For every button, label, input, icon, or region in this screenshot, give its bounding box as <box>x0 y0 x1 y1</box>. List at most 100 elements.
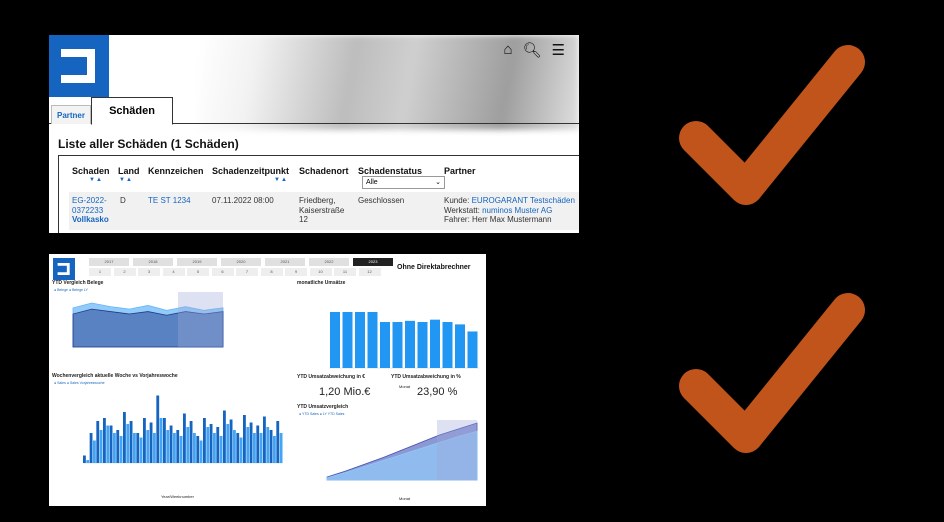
bar <box>233 430 236 463</box>
highlight-band <box>178 292 223 347</box>
column-header-land[interactable]: Land <box>118 166 140 176</box>
bar <box>99 430 103 463</box>
bar <box>243 415 246 463</box>
company-logo <box>49 35 109 97</box>
year-button[interactable]: 2023 <box>353 258 393 266</box>
sort-icon[interactable]: ▼▲ <box>119 177 133 183</box>
sort-icon[interactable]: ▼▲ <box>89 177 103 183</box>
month-button[interactable]: 8 <box>260 268 283 276</box>
month-button[interactable]: 2 <box>113 268 136 276</box>
bar <box>213 433 216 463</box>
bar <box>203 418 206 463</box>
cell-partner: Kunde: EUROGARANT Testschäden Werkstatt:… <box>444 196 575 224</box>
month-button[interactable]: 7 <box>236 268 258 276</box>
bar <box>417 322 428 368</box>
bar <box>186 427 190 463</box>
axis-label: Monat <box>399 384 411 389</box>
month-button[interactable]: 1 <box>89 268 111 276</box>
month-button[interactable]: 5 <box>187 268 209 276</box>
bar <box>143 418 146 463</box>
claims-list-panel: ⌂ 🔍︎ ☰ Partner Schäden Liste aller Schäd… <box>49 35 579 233</box>
bar <box>380 322 390 368</box>
column-header-kennzeichen[interactable]: Kennzeichen <box>148 166 204 176</box>
bar <box>246 427 250 463</box>
bar <box>226 424 230 463</box>
bar <box>146 430 150 463</box>
bar <box>133 433 136 463</box>
column-header-schadenzeitpunkt[interactable]: Schadenzeitpunkt <box>212 166 289 176</box>
month-button[interactable]: 11 <box>334 268 356 276</box>
bar <box>179 436 183 463</box>
bar <box>166 430 170 463</box>
sort-icon[interactable]: ▼▲ <box>274 177 288 183</box>
search-icon[interactable]: 🔍︎ <box>523 41 542 59</box>
axis-label: Year/Weeknumber <box>161 494 194 499</box>
bar <box>176 430 180 463</box>
bar <box>139 437 143 463</box>
bar <box>189 421 193 463</box>
menu-icon[interactable]: ☰ <box>552 41 565 59</box>
month-button[interactable]: 4 <box>162 268 185 276</box>
bar <box>153 433 156 463</box>
claims-table: Schaden Land Kennzeichen Schadenzeitpunk… <box>58 155 579 233</box>
bar <box>136 433 140 463</box>
month-button[interactable]: 10 <box>309 268 332 276</box>
bar <box>169 425 173 463</box>
bar <box>149 422 153 463</box>
bar <box>129 421 133 463</box>
bar <box>259 433 263 463</box>
bar <box>103 418 106 463</box>
year-button[interactable]: 2019 <box>177 258 217 266</box>
bar <box>276 421 280 463</box>
kpi-title: YTD Umsatzabweichung in % <box>391 374 461 380</box>
top-icon-bar: ⌂ 🔍︎ ☰ <box>503 41 565 59</box>
sales-dashboard-panel: Ohne Direktabrechner YTD Vergleich Beleg… <box>49 254 486 506</box>
home-icon[interactable]: ⌂ <box>503 41 512 59</box>
kpi-title: YTD Umsatzabweichung in € <box>297 374 366 380</box>
year-button[interactable]: 2018 <box>133 258 173 266</box>
kpi-value: 23,90 % <box>417 386 458 398</box>
year-button[interactable]: 2017 <box>89 258 129 266</box>
month-button[interactable]: 6 <box>211 268 234 276</box>
cell-ort: Friedberg, Kaiserstraße 12 <box>299 196 345 224</box>
tab-partner[interactable]: Partner <box>51 105 91 124</box>
year-button[interactable]: 2020 <box>221 258 261 266</box>
cell-schaden[interactable]: EG-2022- 0372233 Vollkasko <box>72 196 109 225</box>
bar <box>109 425 113 463</box>
cell-zeitpunkt: 07.11.2022 08:00 <box>212 196 274 205</box>
month-button[interactable]: 9 <box>285 268 307 276</box>
werkstatt-link[interactable]: numinos Muster AG <box>482 206 552 215</box>
kunde-link[interactable]: EUROGARANT Testschäden <box>472 196 575 205</box>
bar <box>93 440 96 463</box>
bar <box>455 324 465 368</box>
tab-schaeden[interactable]: Schäden <box>91 97 173 125</box>
bar <box>96 421 100 463</box>
month-button[interactable]: 12 <box>358 268 381 276</box>
bar <box>123 412 126 463</box>
bar <box>239 437 243 463</box>
bar <box>392 322 403 368</box>
column-header-schadenort[interactable]: Schadenort <box>299 166 349 176</box>
bar <box>269 430 273 463</box>
year-button[interactable]: 2021 <box>265 258 305 266</box>
bar <box>159 418 163 463</box>
column-header-schaden[interactable]: Schaden <box>72 166 110 176</box>
month-button[interactable]: 3 <box>138 268 160 276</box>
bar <box>405 320 415 368</box>
cell-kennzeichen[interactable]: TE ST 1234 <box>148 196 191 206</box>
status-filter-select[interactable]: Alle ⌄ <box>362 176 445 189</box>
column-header-partner[interactable]: Partner <box>444 166 476 176</box>
bar <box>199 440 203 463</box>
cell-status: Geschlossen <box>358 196 405 205</box>
column-header-schadenstatus[interactable]: Schadenstatus <box>358 166 422 176</box>
tab-bar: Partner Schäden <box>49 97 579 125</box>
bar <box>229 419 233 463</box>
bar <box>173 433 176 463</box>
bar <box>355 312 365 368</box>
ytd-sales-chart <box>326 420 478 481</box>
bar <box>367 312 378 368</box>
year-button[interactable]: 2022 <box>309 258 349 266</box>
bar <box>116 430 120 463</box>
company-logo <box>53 258 75 280</box>
bar <box>430 319 440 368</box>
